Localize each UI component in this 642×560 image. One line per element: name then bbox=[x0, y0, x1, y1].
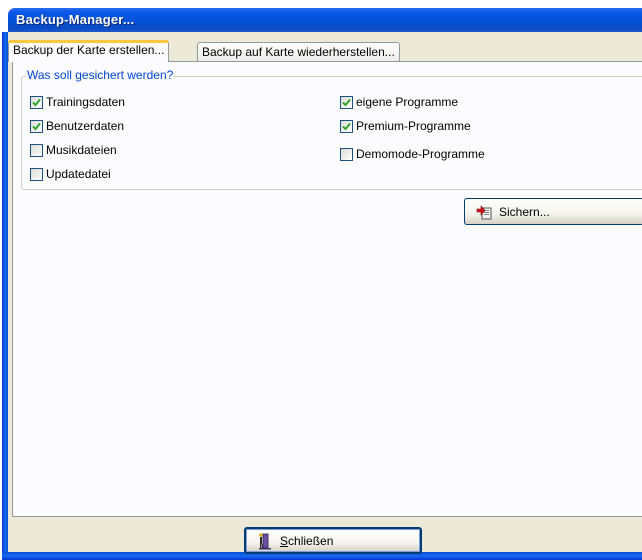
save-button[interactable]: Sichern... bbox=[464, 198, 642, 225]
tab-create-backup[interactable]: Backup der Karte erstellen... bbox=[8, 40, 170, 62]
group-title: Was soll gesichert werden? bbox=[26, 68, 175, 82]
checkbox-box[interactable] bbox=[340, 95, 353, 109]
checkmark-icon bbox=[32, 98, 41, 106]
close-label-rest: chließen bbox=[288, 533, 334, 548]
checkbox-musikdateien[interactable]: Musikdateien bbox=[30, 143, 117, 157]
close-button[interactable]: Schließen bbox=[244, 527, 422, 554]
checkbox-box[interactable] bbox=[30, 143, 43, 157]
checkbox-label: Updatedatei bbox=[46, 167, 111, 181]
tab-create-backup-label: Backup der Karte erstellen... bbox=[13, 43, 165, 57]
checkbox-label: Demomode-Programme bbox=[356, 147, 485, 161]
backup-manager-window: Backup-Manager... Backup der Karte erste… bbox=[0, 0, 642, 560]
checkbox-label: Premium-Programme bbox=[356, 119, 471, 133]
checkbox-box[interactable] bbox=[340, 147, 353, 161]
backup-save-icon bbox=[475, 204, 493, 220]
tab-restore-backup-label: Backup auf Karte wiederherstellen... bbox=[202, 45, 395, 59]
checkbox-box[interactable] bbox=[340, 119, 353, 133]
close-button-label: Schließen bbox=[280, 534, 333, 548]
checkbox-label: Trainingsdaten bbox=[46, 95, 125, 109]
checkbox-demomode-programme[interactable]: Demomode-Programme bbox=[340, 147, 485, 161]
checkbox-eigene-programme[interactable]: eigene Programme bbox=[340, 95, 458, 109]
checkbox-updatedatei[interactable]: Updatedatei bbox=[30, 167, 111, 181]
checkbox-label: Musikdateien bbox=[46, 143, 117, 157]
checkbox-box[interactable] bbox=[30, 167, 43, 181]
checkmark-icon bbox=[342, 122, 351, 130]
window-title: Backup-Manager... bbox=[16, 12, 135, 27]
checkbox-benutzerdaten[interactable]: Benutzerdaten bbox=[30, 119, 124, 133]
backup-options-group bbox=[21, 76, 642, 190]
save-button-label: Sichern... bbox=[499, 204, 550, 219]
checkbox-premium-programme[interactable]: Premium-Programme bbox=[340, 119, 471, 133]
checkbox-label: Benutzerdaten bbox=[46, 119, 125, 133]
close-mnemonic: S bbox=[280, 533, 289, 548]
exit-door-icon bbox=[258, 532, 272, 550]
checkbox-box[interactable] bbox=[30, 119, 43, 133]
checkmark-icon bbox=[32, 122, 41, 130]
checkmark-icon bbox=[342, 98, 351, 106]
tab-restore-backup[interactable]: Backup auf Karte wiederherstellen... bbox=[197, 42, 400, 62]
title-bar[interactable]: Backup-Manager... bbox=[8, 8, 642, 32]
checkbox-box[interactable] bbox=[30, 95, 43, 109]
checkbox-label: eigene Programme bbox=[356, 95, 459, 109]
checkbox-trainingsdaten[interactable]: Trainingsdaten bbox=[30, 95, 125, 109]
